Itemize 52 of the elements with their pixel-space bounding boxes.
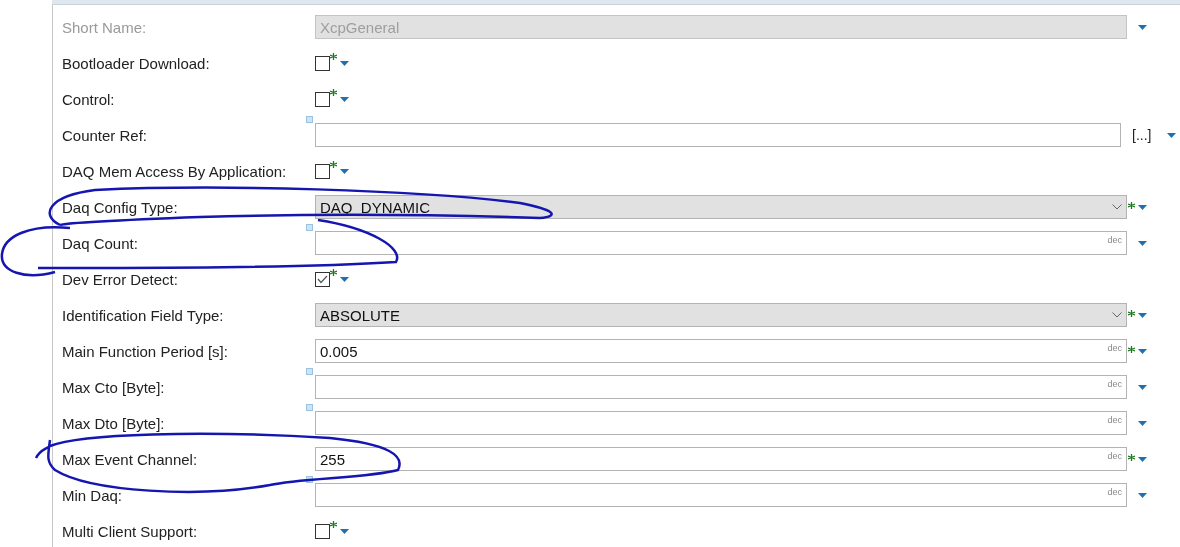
field-label: Max Dto [Byte]:	[62, 414, 166, 432]
browse-link[interactable]: [...]	[1132, 127, 1152, 143]
reference-field[interactable]	[315, 123, 1121, 147]
chevron-down-icon[interactable]	[1112, 312, 1122, 318]
number-field[interactable]: dec	[315, 483, 1127, 507]
number-field[interactable]: 255 dec	[315, 447, 1127, 471]
number-field[interactable]: 0.005 dec	[315, 339, 1127, 363]
field-label: Counter Ref:	[62, 126, 149, 144]
dropdown-arrow-icon[interactable]	[1138, 240, 1147, 246]
unit-label: dec	[1107, 415, 1122, 425]
field-label: Max Event Channel:	[62, 450, 199, 468]
dropdown-arrow-icon[interactable]	[340, 60, 349, 66]
checkbox[interactable]	[315, 163, 330, 179]
dropdown-arrow-icon[interactable]	[1138, 456, 1147, 462]
number-field[interactable]: dec	[315, 411, 1127, 435]
dropdown-arrow-icon[interactable]	[340, 276, 349, 282]
field-label: Short Name:	[62, 18, 148, 36]
checkbox[interactable]	[315, 523, 330, 539]
dropdown-arrow-icon[interactable]	[340, 96, 349, 102]
field-label: DAQ Mem Access By Application:	[62, 162, 288, 180]
field-label: Control:	[62, 90, 116, 108]
field-label: Dev Error Detect:	[62, 270, 179, 288]
field-label: Main Function Period [s]:	[62, 342, 229, 360]
field-label: Identification Field Type:	[62, 306, 225, 324]
checkbox[interactable]	[315, 55, 330, 71]
unit-label: dec	[1107, 343, 1122, 353]
dropdown-arrow-icon[interactable]	[340, 168, 349, 174]
combo-box[interactable]: ABSOLUTE	[315, 303, 1127, 327]
unit-label: dec	[1107, 451, 1122, 461]
dropdown-arrow-icon[interactable]	[1138, 492, 1147, 498]
dropdown-arrow-icon[interactable]	[340, 528, 349, 534]
field-label: Bootloader Download:	[62, 54, 211, 72]
number-field[interactable]: dec	[315, 375, 1127, 399]
checkbox[interactable]	[315, 271, 330, 287]
unit-label: dec	[1107, 379, 1122, 389]
dropdown-arrow-icon[interactable]	[1138, 384, 1147, 390]
checkbox[interactable]	[315, 91, 330, 107]
dropdown-arrow-icon[interactable]	[1138, 420, 1147, 426]
unit-label: dec	[1107, 487, 1122, 497]
number-field[interactable]: dec	[315, 231, 1127, 255]
field-label: Daq Config Type:	[62, 198, 179, 216]
dropdown-arrow-icon[interactable]	[1167, 132, 1177, 138]
field-label: Min Daq:	[62, 486, 124, 504]
dropdown-arrow-icon[interactable]	[1138, 204, 1147, 210]
field-label: Multi Client Support:	[62, 522, 199, 540]
field-label: Max Cto [Byte]:	[62, 378, 166, 396]
dropdown-arrow-icon[interactable]	[1138, 348, 1147, 354]
unit-label: dec	[1107, 235, 1122, 245]
combo-box[interactable]: DAQ_DYNAMIC	[315, 195, 1127, 219]
dropdown-arrow-icon[interactable]	[1138, 312, 1147, 318]
field-label: Daq Count:	[62, 234, 139, 252]
chevron-down-icon[interactable]	[1112, 204, 1122, 210]
